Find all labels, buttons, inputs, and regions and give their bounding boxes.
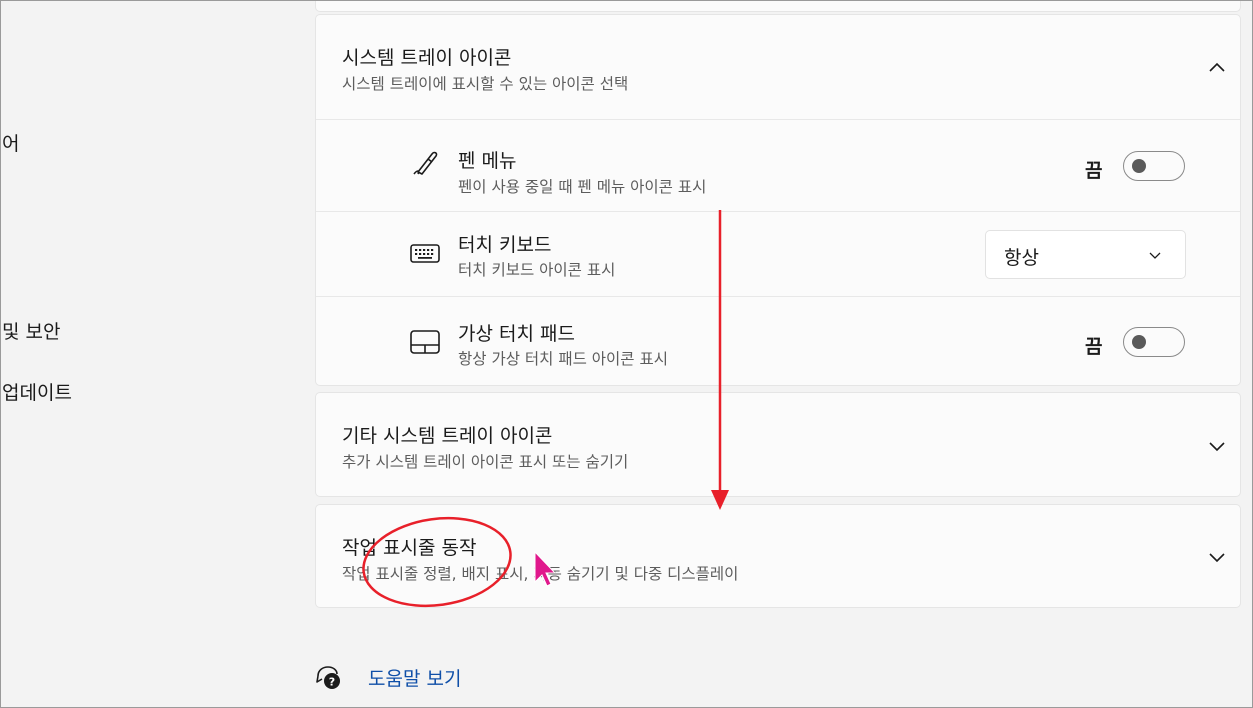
section-title: 작업 표시줄 동작 [342, 537, 477, 559]
help-icon: ? [313, 662, 343, 692]
virtual-touchpad-subtitle: 항상 가상 터치 패드 아이콘 표시 [458, 350, 669, 368]
dropdown-value: 항상 [1004, 247, 1039, 269]
touch-keyboard-subtitle: 터치 키보드 아이콘 표시 [458, 261, 616, 279]
system-tray-icons-header[interactable]: 시스템 트레이 아이콘 시스템 트레이에 표시할 수 있는 아이콘 선택 [316, 15, 1240, 119]
sidebar-item-windows-update[interactable]: 업데이트 [2, 378, 72, 405]
pen-menu-toggle[interactable] [1123, 151, 1185, 181]
toggle-knob [1132, 335, 1146, 349]
system-tray-icons-card: 시스템 트레이 아이콘 시스템 트레이에 표시할 수 있는 아이콘 선택 펜 메… [315, 14, 1241, 386]
touch-keyboard-dropdown[interactable]: 항상 [985, 230, 1186, 279]
virtual-touchpad-toggle[interactable] [1123, 327, 1185, 357]
touch-keyboard-row: 터치 키보드 터치 키보드 아이콘 표시 항상 [316, 211, 1240, 296]
previous-card-edge [315, 0, 1241, 12]
virtual-touchpad-title: 가상 터치 패드 [458, 323, 575, 345]
virtual-touchpad-row: 가상 터치 패드 항상 가상 터치 패드 아이콘 표시 끔 [316, 296, 1240, 386]
chevron-down-icon [1147, 247, 1163, 263]
section-title: 시스템 트레이 아이콘 [342, 47, 512, 69]
chevron-up-icon[interactable] [1206, 57, 1228, 79]
touchpad-icon [408, 325, 442, 359]
virtual-touchpad-state-label: 끔 [1085, 336, 1103, 358]
taskbar-behaviors-card[interactable]: 작업 표시줄 동작 작업 표시줄 정렬, 배지 표시, 자동 숨기기 및 다중 … [315, 504, 1241, 608]
chevron-down-icon[interactable] [1206, 435, 1228, 457]
section-title: 기타 시스템 트레이 아이콘 [342, 425, 553, 447]
touch-keyboard-title: 터치 키보드 [458, 234, 552, 256]
sidebar-item-language[interactable]: 어 [2, 129, 19, 156]
pen-menu-row: 펜 메뉴 펜이 사용 중일 때 펜 메뉴 아이콘 표시 끔 [316, 119, 1240, 211]
section-subtitle: 추가 시스템 트레이 아이콘 표시 또는 숨기기 [342, 453, 629, 471]
pen-menu-title: 펜 메뉴 [458, 150, 517, 172]
keyboard-icon [408, 236, 442, 270]
section-subtitle: 작업 표시줄 정렬, 배지 표시, 자동 숨기기 및 다중 디스플레이 [342, 565, 739, 583]
sidebar-item-privacy-security[interactable]: 및 보안 [2, 317, 60, 344]
pen-menu-subtitle: 펜이 사용 중일 때 펜 메뉴 아이콘 표시 [458, 178, 707, 196]
pen-menu-state-label: 끔 [1085, 160, 1103, 182]
pen-icon [408, 146, 442, 180]
svg-text:?: ? [329, 676, 335, 689]
get-help-link[interactable]: 도움말 보기 [368, 664, 461, 691]
chevron-down-icon[interactable] [1206, 546, 1228, 568]
other-tray-icons-card[interactable]: 기타 시스템 트레이 아이콘 추가 시스템 트레이 아이콘 표시 또는 숨기기 [315, 392, 1241, 497]
toggle-knob [1132, 159, 1146, 173]
section-subtitle: 시스템 트레이에 표시할 수 있는 아이콘 선택 [342, 75, 629, 93]
